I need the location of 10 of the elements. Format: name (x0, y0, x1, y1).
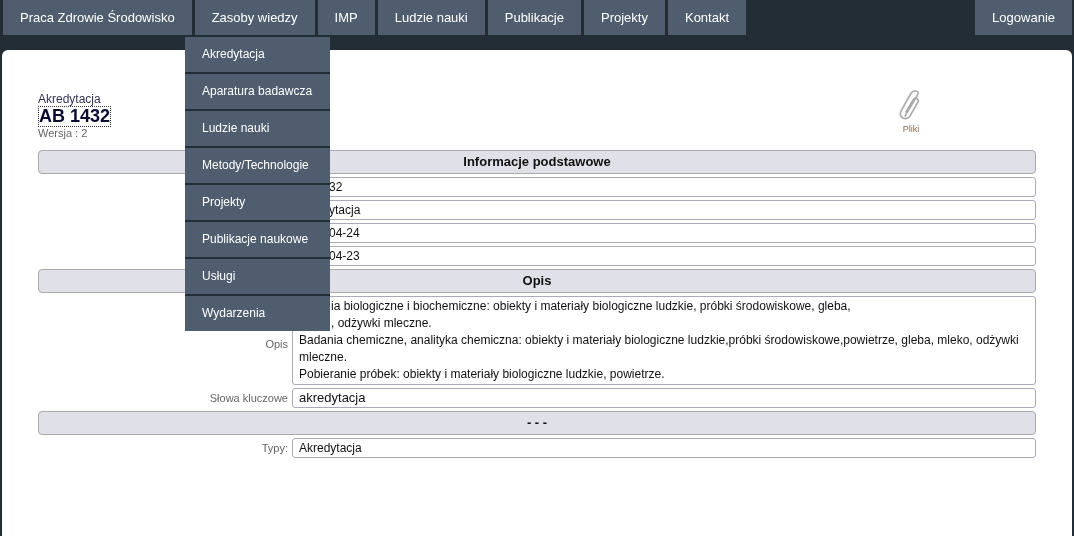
record-version: Wersja : 2 (38, 127, 89, 139)
record-code: AB 1432 (38, 106, 112, 127)
description-box: ia biologiczne i biochemiczne: obiekty i materiały biologiczne ludzkie, próbki środowiskowe, gleba, , odżywki mleczne. Badania chemiczne, analityka chemiczna: obiekty i materiały biologiczne ludzkie,próbki środowiskowe,powietrze, gleba, mleko, odżywki mleczne. Pobieranie próbek: obiekty i materiały biologiczne ludzkie, powietrze. (292, 296, 1036, 385)
record-type: Akredytacja (38, 92, 102, 106)
field-label: Opis (264, 337, 289, 352)
field-label: Słowa kluczowe (208, 391, 289, 406)
keywords-field: akredytacja (292, 388, 1036, 408)
types-field: Akredytacja (292, 438, 1036, 458)
section-header: - - - (38, 411, 1036, 435)
field-label: Typy: (260, 441, 289, 456)
